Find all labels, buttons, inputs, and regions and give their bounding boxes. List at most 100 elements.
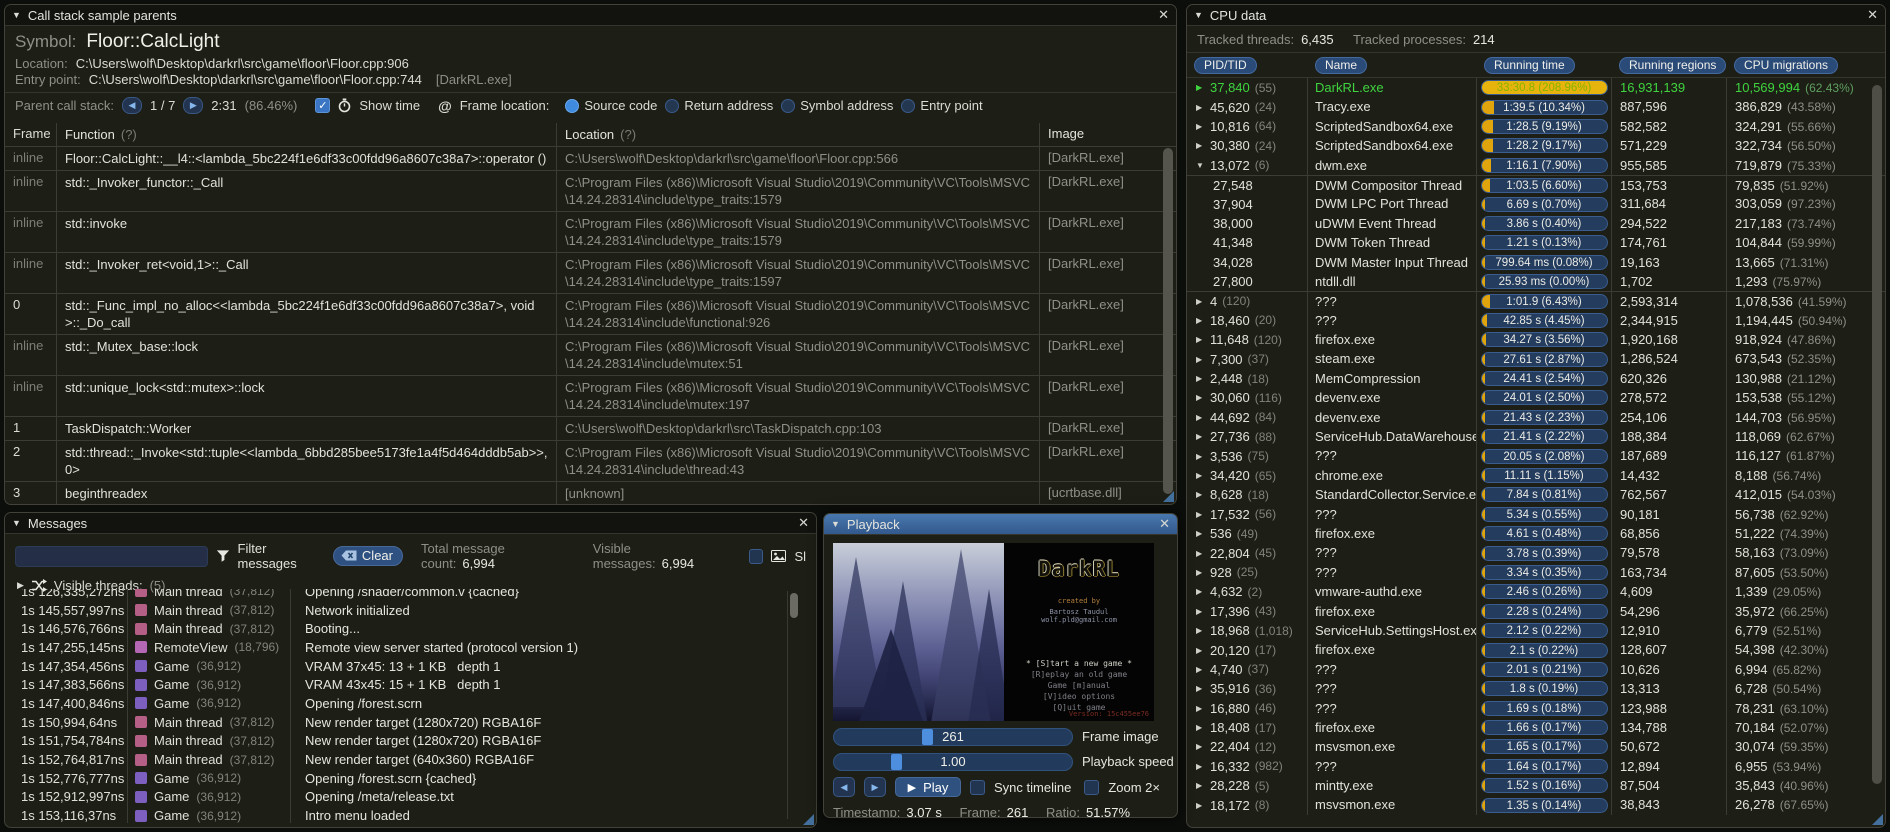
images-checkbox[interactable] bbox=[749, 548, 764, 564]
collapse-icon[interactable]: ▼ bbox=[1194, 10, 1203, 20]
collapse-icon[interactable]: ▼ bbox=[12, 518, 21, 528]
radio-icon[interactable] bbox=[665, 98, 680, 113]
col-function[interactable]: Function (?) bbox=[57, 123, 557, 146]
scrollbar-thumb[interactable] bbox=[1163, 148, 1173, 494]
cpu-row[interactable]: ▶ 22,404 (12) msvsmon.exe 1.65 s (0.17%) 50,6… bbox=[1187, 737, 1885, 757]
prev-frame-button[interactable]: ◀ bbox=[833, 777, 855, 797]
expand-icon[interactable]: ▶ bbox=[1196, 742, 1205, 751]
expand-icon[interactable]: ▶ bbox=[1196, 529, 1205, 538]
cpu-row[interactable]: ▶ 4 (120)??? 1:01.9 (6.43%) 2,593,314 1,078,5… bbox=[1187, 291, 1885, 311]
close-icon[interactable]: ✕ bbox=[1867, 7, 1878, 23]
col-pid-tid[interactable]: PID/TID bbox=[1194, 57, 1257, 74]
scrollbar-thumb[interactable] bbox=[790, 593, 798, 618]
cpu-row[interactable]: ▶ 20,120 (17) firefox.exe 2.1 s (0.22%) 128,6… bbox=[1187, 640, 1885, 660]
cpu-row[interactable]: ▶ 22,804 (45)??? 3.78 s (0.39%) 79,578 58,163… bbox=[1187, 543, 1885, 563]
collapse-icon[interactable]: ▼ bbox=[12, 10, 21, 20]
cpu-row[interactable]: ▶ 34,420 (65) chrome.exe 11.11 s (1.15%) 14,4… bbox=[1187, 465, 1885, 486]
resize-grip[interactable] bbox=[803, 814, 814, 825]
collapse-icon[interactable]: ▼ bbox=[1196, 161, 1205, 170]
cpu-row[interactable]: ▶ 16,880 (46)??? 1.69 s (0.18%) 123,988 78,23… bbox=[1187, 698, 1885, 718]
messages-scrollbar[interactable] bbox=[787, 591, 798, 819]
table-row[interactable]: 2 std::thread::_Invoke<std::tuple<<lambda… bbox=[5, 441, 1176, 482]
expand-icon[interactable]: ▶ bbox=[1196, 122, 1205, 131]
close-icon[interactable]: ✕ bbox=[798, 515, 809, 531]
radio-icon[interactable] bbox=[565, 98, 580, 113]
expand-icon[interactable]: ▶ bbox=[1196, 471, 1205, 480]
message-row[interactable]: 1s 147,383,566ns Game (36,912) VRAM 43x45: … bbox=[5, 675, 816, 695]
message-row[interactable]: 1s 153,116,37ns Game (36,912) Intro menu lo… bbox=[5, 806, 816, 823]
expand-icon[interactable]: ▶ bbox=[1196, 452, 1205, 461]
zoom-checkbox[interactable] bbox=[1084, 779, 1100, 795]
expand-icon[interactable]: ▶ bbox=[1196, 490, 1205, 499]
message-row[interactable]: 1s 152,776,777ns Game (36,912) Opening /for… bbox=[5, 768, 816, 788]
cpu-row[interactable]: ▶ 37,840 (55) DarkRL.exe 33:30.8 (208.96%) 16… bbox=[1187, 78, 1885, 98]
expand-icon[interactable]: ▶ bbox=[1196, 587, 1205, 596]
frame-location-radio-entry-point[interactable]: Entry point bbox=[901, 98, 983, 113]
message-row[interactable]: 1s 147,400,846ns Game (36,912) Opening /for… bbox=[5, 694, 816, 713]
next-stack-button[interactable]: ▶ bbox=[183, 97, 204, 114]
prev-stack-button[interactable]: ◀ bbox=[122, 97, 142, 114]
expand-icon[interactable]: ▶ bbox=[1196, 335, 1205, 344]
cpu-row[interactable]: ▶ 17,396 (43) firefox.exe 2.28 s (0.24%) 54,2… bbox=[1187, 601, 1885, 621]
message-row[interactable]: 1s 147,354,456ns Game (36,912) VRAM 37x45: … bbox=[5, 656, 816, 676]
expand-icon[interactable]: ▶ bbox=[1196, 297, 1205, 306]
cpu-row[interactable]: 34,028 DWM Master Input Thread 799.64 ms (… bbox=[1187, 252, 1885, 272]
table-row[interactable]: inline std::_Invoker_ret<void,1>::_Call C:… bbox=[5, 253, 1176, 294]
table-row[interactable]: inline Floor::CalcLight::__l4::<lambda_5b… bbox=[5, 147, 1176, 171]
expand-icon[interactable]: ▶ bbox=[1196, 393, 1205, 402]
cpu-row[interactable]: ▶ 2,448 (18) MemCompression 24.41 s (2.54%) 6… bbox=[1187, 368, 1885, 389]
frame-location-radio-return-address[interactable]: Return address bbox=[665, 98, 773, 113]
cpu-row[interactable]: ▶ 28,228 (5) mintty.exe 1.52 s (0.16%) 87,504… bbox=[1187, 776, 1885, 796]
col-frame[interactable]: Frame bbox=[5, 123, 57, 146]
expand-icon[interactable]: ▶ bbox=[1196, 549, 1205, 558]
expand-icon[interactable]: ▶ bbox=[1196, 510, 1205, 519]
expand-icon[interactable]: ▶ bbox=[1196, 762, 1205, 771]
cpu-row[interactable]: ▶ 18,460 (20)??? 42.85 s (4.45%) 2,344,915 1,… bbox=[1187, 310, 1885, 331]
cpu-row[interactable]: ▶ 11,648 (120) firefox.exe 34.27 s (3.56%) 1,… bbox=[1187, 330, 1885, 350]
radio-icon[interactable] bbox=[901, 98, 916, 113]
cpu-row[interactable]: ▶ 30,060 (116) devenv.exe 24.01 s (2.50%) 278… bbox=[1187, 388, 1885, 408]
frame-slider[interactable]: 261 bbox=[833, 728, 1073, 746]
next-frame-button[interactable]: ▶ bbox=[864, 777, 886, 797]
expand-icon[interactable]: ▶ bbox=[1196, 568, 1205, 577]
cpu-row[interactable]: 27,548 DWM Compositor Thread 1:03.5 (6.60%… bbox=[1187, 174, 1885, 195]
table-row[interactable]: inline std::invoke C:\Program Files (x86)\… bbox=[5, 212, 1176, 253]
cpu-row[interactable]: ▼ 13,072 (6) dwm.exe 1:16.1 (7.90%) 955,585 71… bbox=[1187, 155, 1885, 175]
expand-icon[interactable]: ▶ bbox=[1196, 723, 1205, 732]
resize-grip[interactable] bbox=[1872, 814, 1883, 825]
expand-icon[interactable]: ▶ bbox=[1196, 646, 1205, 655]
filter-input[interactable] bbox=[15, 545, 208, 567]
expand-icon[interactable]: ▶ bbox=[1196, 374, 1205, 383]
cpu-row[interactable]: ▶ 45,620 (24) Tracy.exe 1:39.5 (10.34%) 887,5… bbox=[1187, 97, 1885, 117]
expand-icon[interactable]: ▶ bbox=[1196, 626, 1205, 635]
close-icon[interactable]: ✕ bbox=[1159, 516, 1170, 532]
table-row[interactable]: inline std::_Invoker_functor::_Call C:\Pro… bbox=[5, 171, 1176, 212]
cpu-row[interactable]: ▶ 17,532 (56)??? 5.34 s (0.55%) 90,181 56,738… bbox=[1187, 504, 1885, 524]
scrollbar-thumb[interactable] bbox=[1872, 85, 1882, 784]
message-row[interactable]: 1s 151,754,784ns Main thread (37,812) New r… bbox=[5, 731, 816, 751]
cpu-row[interactable]: ▶ 7,300 (37) steam.exe 27.61 s (2.87%) 1,286,… bbox=[1187, 349, 1885, 369]
col-cpu-migrations[interactable]: CPU migrations bbox=[1734, 57, 1839, 74]
cpu-row[interactable]: ▶ 44,692 (84) devenv.exe 21.43 s (2.23%) 254,… bbox=[1187, 407, 1885, 428]
cpu-row[interactable]: ▶ 10,816 (64) ScriptedSandbox64.exe 1:28.5 (… bbox=[1187, 116, 1885, 137]
cpu-row[interactable]: 38,000 uDWM Event Thread 3.86 s (0.40%) 294… bbox=[1187, 213, 1885, 234]
expand-icon[interactable]: ▶ bbox=[1196, 413, 1205, 422]
cpu-row[interactable]: 27,800 ntdll.dll 25.93 ms (0.00%) 1,702 1,29… bbox=[1187, 271, 1885, 292]
table-row[interactable]: 0 std::_Func_impl_no_alloc<<lambda_5bc224… bbox=[5, 294, 1176, 335]
expand-icon[interactable]: ▶ bbox=[1196, 607, 1205, 616]
cpu-row[interactable]: ▶ 35,916 (36)??? 1.8 s (0.19%) 13,313 6,728 (5… bbox=[1187, 679, 1885, 699]
cpu-row[interactable]: ▶ 18,172 (8) msvsmon.exe 1.35 s (0.14%) 38,84… bbox=[1187, 795, 1885, 815]
expand-icon[interactable]: ▶ bbox=[1196, 704, 1205, 713]
message-row[interactable]: 1s 152,912,997ns Game (36,912) Opening /met… bbox=[5, 787, 816, 807]
callstack-scrollbar[interactable] bbox=[1163, 148, 1173, 494]
cpu-row[interactable]: ▶ 27,736 (88) ServiceHub.DataWarehouse 21.41… bbox=[1187, 427, 1885, 447]
table-row[interactable]: inline std::unique_lock<std::mutex>::lock… bbox=[5, 376, 1176, 417]
close-icon[interactable]: ✕ bbox=[1158, 7, 1169, 23]
col-location[interactable]: Location (?) bbox=[557, 123, 1040, 146]
expand-icon[interactable]: ▶ bbox=[1196, 781, 1205, 790]
message-row[interactable]: 1s 146,576,766ns Main thread (37,812) Booti… bbox=[5, 619, 816, 639]
message-row[interactable]: 1s 152,764,817ns Main thread (37,812) New r… bbox=[5, 750, 816, 769]
expand-icon[interactable]: ▶ bbox=[1196, 103, 1205, 112]
sync-timeline-checkbox[interactable] bbox=[970, 779, 985, 795]
speed-slider[interactable]: 1.00 bbox=[833, 753, 1073, 771]
